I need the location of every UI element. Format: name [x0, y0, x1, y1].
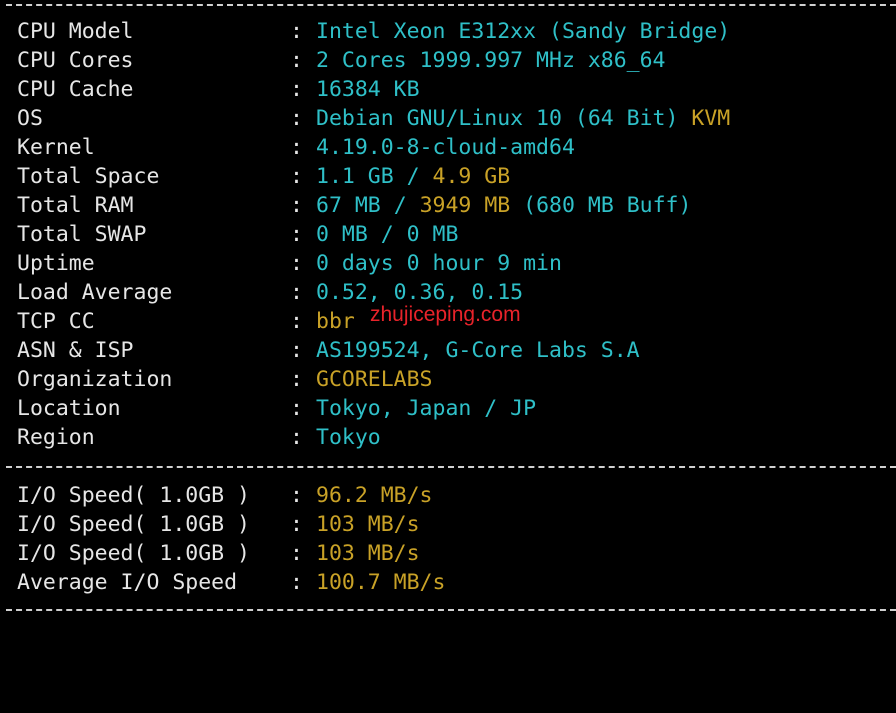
- io-speed-2-separator: :: [290, 512, 303, 537]
- average-io-speed-separator: :: [290, 570, 303, 595]
- cpu-cache-separator: :: [290, 77, 303, 102]
- io-speed-3-label: I/O Speed( 1.0GB ): [17, 541, 250, 566]
- total-ram-used: 67 MB: [316, 193, 381, 218]
- row-location: Location : Tokyo, Japan / JP: [17, 394, 887, 423]
- row-cpu-model: CPU Model : Intel Xeon E312xx (Sandy Bri…: [17, 17, 887, 46]
- dashed-divider-top: [6, 4, 896, 6]
- asn-isp-separator: :: [290, 338, 303, 363]
- total-ram-slash: /: [393, 193, 407, 218]
- cpu-cores-separator: :: [290, 48, 303, 73]
- os-virtualization-value: KVM: [691, 106, 731, 131]
- kernel-value: 4.19.0-8-cloud-amd64: [316, 135, 575, 160]
- row-cpu-cache: CPU Cache : 16384 KB: [17, 75, 887, 104]
- row-uptime: Uptime : 0 days 0 hour 9 min: [17, 249, 887, 278]
- kernel-separator: :: [290, 135, 303, 160]
- row-total-space: Total Space : 1.1 GB / 4.9 GB: [17, 162, 887, 191]
- tcp-cc-value: bbr: [316, 309, 355, 334]
- row-organization: Organization : GCORELABS: [17, 365, 887, 394]
- cpu-model-separator: :: [290, 19, 303, 44]
- total-ram-total: 3949 MB: [419, 193, 511, 218]
- io-speed-2-value: 103 MB/s: [316, 512, 420, 537]
- terminal-window[interactable]: CPU Model : Intel Xeon E312xx (Sandy Bri…: [0, 0, 896, 618]
- total-space-separator: :: [290, 164, 303, 189]
- total-space-value: 1.1 GB / 4.9 GB: [316, 162, 510, 191]
- load-average-separator: :: [290, 280, 303, 305]
- io-speed-1-label: I/O Speed( 1.0GB ): [17, 483, 250, 508]
- os-label: OS: [17, 106, 43, 131]
- asn-isp-value: AS199524, G-Core Labs S.A: [316, 338, 640, 363]
- total-space-label: Total Space: [17, 164, 160, 189]
- watermark-text: zhujiceping.com: [370, 303, 521, 326]
- total-space-total: 4.9 GB: [432, 164, 511, 189]
- row-io-speed-1: I/O Speed( 1.0GB ) : 96.2 MB/s: [17, 481, 887, 510]
- cpu-cache-label: CPU Cache: [17, 77, 134, 102]
- region-separator: :: [290, 425, 303, 450]
- organization-label: Organization: [17, 367, 173, 392]
- tcp-cc-label: TCP CC: [17, 309, 95, 334]
- dashed-divider-bottom: [6, 609, 896, 611]
- location-separator: :: [290, 396, 303, 421]
- total-space-slash: /: [406, 164, 420, 189]
- io-speed-1-value: 96.2 MB/s: [316, 483, 433, 508]
- cpu-cache-value: 16384 KB: [316, 77, 420, 102]
- row-os: OS : Debian GNU/Linux 10 (64 Bit) KVM: [17, 104, 887, 133]
- cpu-model-value: Intel Xeon E312xx (Sandy Bridge): [316, 19, 731, 44]
- load-average-label: Load Average: [17, 280, 173, 305]
- cpu-cores-value: 2 Cores 1999.997 MHz x86_64: [316, 48, 666, 73]
- region-label: Region: [17, 425, 95, 450]
- average-io-speed-label: Average I/O Speed: [17, 570, 238, 595]
- uptime-label: Uptime: [17, 251, 95, 276]
- row-total-ram: Total RAM : 67 MB / 3949 MB (680 MB Buff…: [17, 191, 887, 220]
- uptime-separator: :: [290, 251, 303, 276]
- region-value: Tokyo: [316, 425, 381, 450]
- row-region: Region : Tokyo: [17, 423, 887, 452]
- organization-value: GCORELABS: [316, 367, 433, 392]
- row-average-io-speed: Average I/O Speed : 100.7 MB/s: [17, 568, 887, 597]
- os-name-value: Debian GNU/Linux 10 (64 Bit): [316, 106, 679, 131]
- io-speed-3-separator: :: [290, 541, 303, 566]
- organization-separator: :: [290, 367, 303, 392]
- total-swap-separator: :: [290, 222, 303, 247]
- row-io-speed-2: I/O Speed( 1.0GB ) : 103 MB/s: [17, 510, 887, 539]
- row-asn-isp: ASN & ISP : AS199524, G-Core Labs S.A: [17, 336, 887, 365]
- dashed-divider-middle: [6, 466, 896, 468]
- row-cpu-cores: CPU Cores : 2 Cores 1999.997 MHz x86_64: [17, 46, 887, 75]
- io-speed-1-separator: :: [290, 483, 303, 508]
- row-io-speed-3: I/O Speed( 1.0GB ) : 103 MB/s: [17, 539, 887, 568]
- cpu-cores-label: CPU Cores: [17, 48, 134, 73]
- io-speed-3-value: 103 MB/s: [316, 541, 420, 566]
- total-ram-value: 67 MB / 3949 MB (680 MB Buff): [316, 191, 691, 220]
- cpu-model-label: CPU Model: [17, 19, 134, 44]
- asn-isp-label: ASN & ISP: [17, 338, 134, 363]
- total-swap-value: 0 MB / 0 MB: [316, 222, 459, 247]
- row-total-swap: Total SWAP : 0 MB / 0 MB: [17, 220, 887, 249]
- total-swap-label: Total SWAP: [17, 222, 147, 247]
- tcp-cc-separator: :: [290, 309, 303, 334]
- os-value: Debian GNU/Linux 10 (64 Bit) KVM: [316, 104, 730, 133]
- total-space-used: 1.1 GB: [316, 164, 394, 189]
- average-io-speed-value: 100.7 MB/s: [316, 570, 446, 595]
- total-ram-separator: :: [290, 193, 303, 218]
- location-value: Tokyo, Japan / JP: [316, 396, 537, 421]
- io-speed-2-label: I/O Speed( 1.0GB ): [17, 512, 250, 537]
- uptime-value: 0 days 0 hour 9 min: [316, 251, 562, 276]
- kernel-label: Kernel: [17, 135, 95, 160]
- os-separator: :: [290, 106, 303, 131]
- location-label: Location: [17, 396, 121, 421]
- total-ram-label: Total RAM: [17, 193, 134, 218]
- row-kernel: Kernel : 4.19.0-8-cloud-amd64: [17, 133, 887, 162]
- total-ram-buff: (680 MB Buff): [523, 193, 692, 218]
